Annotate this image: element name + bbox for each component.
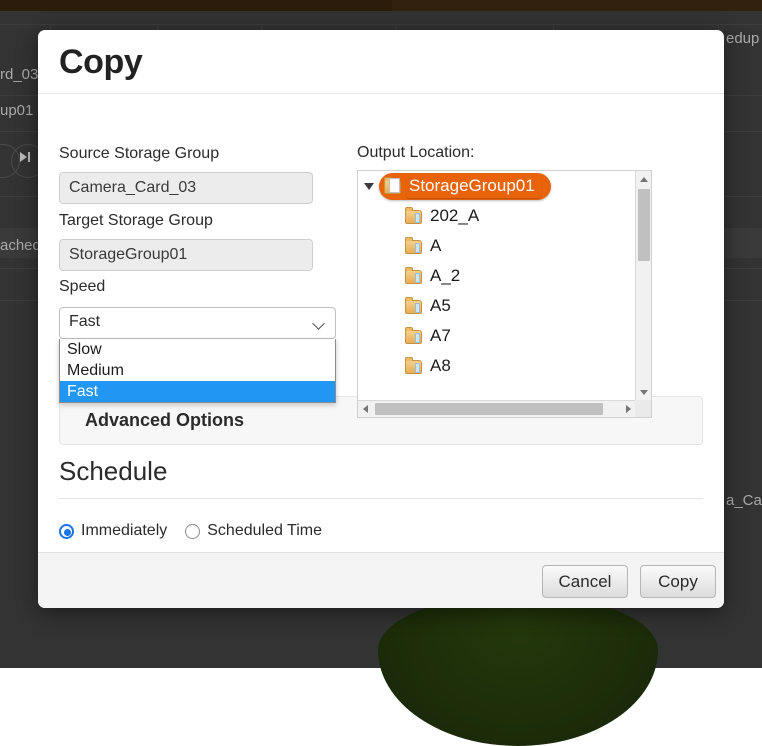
copy-dialog: Copy Source Storage Group Target Storage… — [38, 30, 724, 608]
tree-node-a8[interactable]: A8 — [358, 351, 636, 381]
output-location-tree[interactable]: StorageGroup01 202_A A — [357, 170, 652, 418]
expand-triangle-icon[interactable] — [364, 183, 374, 190]
speed-option-fast[interactable]: Fast — [60, 381, 335, 402]
dialog-footer: Cancel Copy — [38, 552, 724, 608]
scroll-right-arrow-icon[interactable] — [620, 401, 636, 417]
radio-scheduled-time[interactable]: Scheduled Time — [185, 522, 322, 540]
tree-node-label: A — [427, 235, 447, 258]
background-green-object — [378, 596, 658, 746]
tree-node-label: A7 — [427, 325, 457, 348]
background-top-strip — [0, 0, 762, 11]
speed-select-value: Fast — [69, 313, 100, 331]
scrollbar-corner — [635, 400, 651, 417]
cancel-button[interactable]: Cancel — [542, 565, 628, 598]
background-text: edup — [726, 30, 759, 47]
speed-option-list[interactable]: Slow Medium Fast — [59, 339, 336, 403]
radio-scheduled-time-label: Scheduled Time — [207, 522, 322, 540]
tree-node-label: A8 — [427, 355, 457, 378]
source-storage-group-label: Source Storage Group — [59, 145, 219, 163]
background-top-strip-segment — [392, 0, 762, 11]
tree-node-202-a[interactable]: 202_A — [358, 201, 636, 231]
scroll-down-arrow-icon[interactable] — [636, 384, 652, 400]
speed-option-slow[interactable]: Slow — [60, 339, 335, 360]
background-text: up01 — [0, 102, 33, 119]
dialog-body: Source Storage Group Target Storage Grou… — [38, 94, 724, 552]
source-storage-group-input[interactable] — [59, 172, 313, 204]
background-text: rd_03 — [0, 66, 38, 83]
tree-node-a5[interactable]: A5 — [358, 291, 636, 321]
dialog-title: Copy — [59, 43, 142, 82]
vertical-scrollbar-thumb[interactable] — [638, 189, 650, 261]
folder-icon — [405, 239, 423, 254]
folder-icon — [405, 359, 423, 374]
target-storage-group-input[interactable] — [59, 239, 313, 271]
horizontal-scrollbar-thumb[interactable] — [375, 403, 603, 415]
radio-immediately[interactable]: Immediately — [59, 522, 167, 540]
folder-icon — [405, 299, 423, 314]
folder-icon — [405, 329, 423, 344]
tree-node-a[interactable]: A — [358, 231, 636, 261]
tree-node-label: A_2 — [427, 265, 466, 288]
speed-select[interactable]: Fast — [59, 307, 336, 339]
tree-node-label: A5 — [427, 295, 457, 318]
radio-dot-selected-icon — [59, 524, 74, 539]
scroll-left-arrow-icon[interactable] — [358, 401, 374, 417]
radio-dot-icon — [185, 524, 200, 539]
copy-button[interactable]: Copy — [640, 565, 716, 598]
target-storage-group-label: Target Storage Group — [59, 212, 213, 230]
tree-node-selection: StorageGroup01 — [379, 173, 551, 200]
tree-node-label: StorageGroup01 — [406, 175, 541, 198]
scroll-up-arrow-icon[interactable] — [636, 171, 652, 187]
tree-node-label: 202_A — [427, 205, 485, 228]
tree-content: StorageGroup01 202_A A — [358, 171, 636, 399]
dialog-header: Copy — [38, 30, 724, 94]
tree-node-a-2[interactable]: A_2 — [358, 261, 636, 291]
tree-node-a7[interactable]: A7 — [358, 321, 636, 351]
speed-label: Speed — [59, 278, 105, 296]
background-gridline — [0, 24, 762, 25]
folder-document-icon — [384, 179, 402, 194]
radio-immediately-label: Immediately — [81, 522, 167, 540]
schedule-heading: Schedule — [59, 456, 167, 487]
schedule-radio-group: Immediately Scheduled Time — [59, 522, 322, 540]
schedule-divider — [59, 498, 703, 499]
advanced-options-label: Advanced Options — [85, 410, 244, 431]
chevron-down-icon — [314, 319, 325, 330]
background-text: ached — [0, 237, 41, 254]
tree-horizontal-scrollbar[interactable] — [358, 400, 636, 417]
background-text: a_Ca — [726, 492, 762, 509]
skip-forward-icon-bar — [28, 152, 30, 162]
output-location-label: Output Location: — [357, 144, 474, 162]
tree-node-storagegroup01[interactable]: StorageGroup01 — [358, 171, 636, 201]
speed-option-medium[interactable]: Medium — [60, 360, 335, 381]
skip-forward-icon — [20, 152, 27, 162]
folder-icon — [405, 269, 423, 284]
tree-vertical-scrollbar[interactable] — [635, 171, 651, 400]
folder-icon — [405, 209, 423, 224]
